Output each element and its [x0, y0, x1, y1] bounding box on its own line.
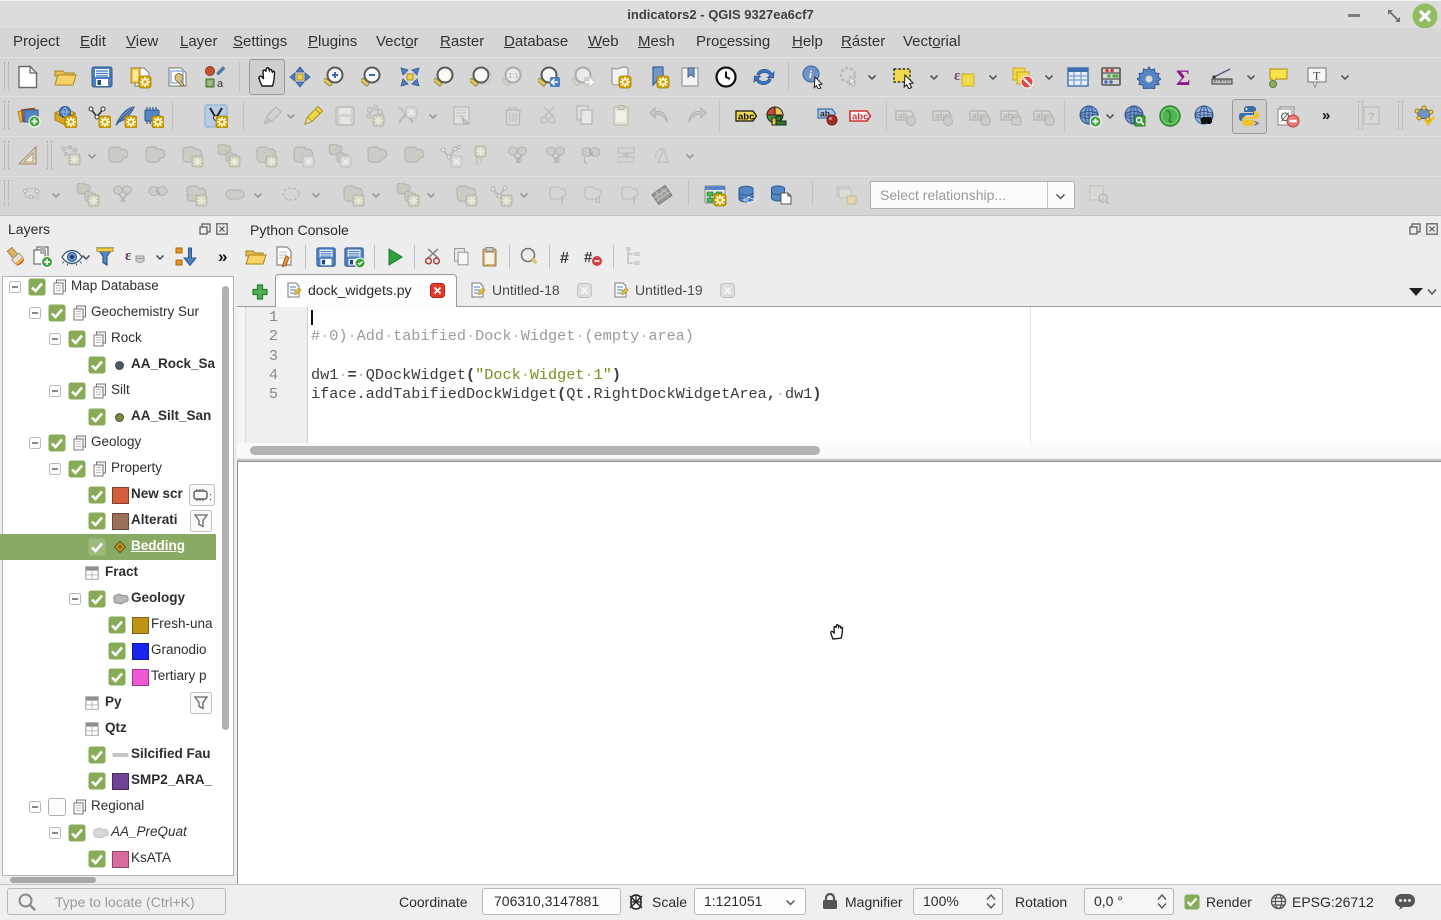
svg-text:Σ: Σ: [1176, 65, 1190, 89]
svg-text:>: >: [1254, 120, 1259, 128]
svg-text:abc: abc: [852, 112, 868, 123]
svg-text:ε: ε: [125, 248, 132, 264]
svg-text:ƒ: ƒ: [560, 194, 566, 206]
svg-text::: :: [209, 491, 212, 503]
svg-text:a: a: [217, 78, 224, 89]
svg-text:ƒ: ƒ: [632, 194, 638, 206]
svg-text:d: d: [595, 194, 601, 206]
svg-text:ε: ε: [954, 68, 961, 84]
svg-text:#: #: [560, 250, 569, 267]
svg-text:T: T: [1313, 69, 1321, 83]
svg-text:1:1: 1:1: [509, 73, 519, 80]
svg-text:?: ?: [1368, 111, 1375, 123]
svg-text:#: #: [584, 249, 593, 266]
svg-text:abc: abc: [738, 112, 754, 123]
